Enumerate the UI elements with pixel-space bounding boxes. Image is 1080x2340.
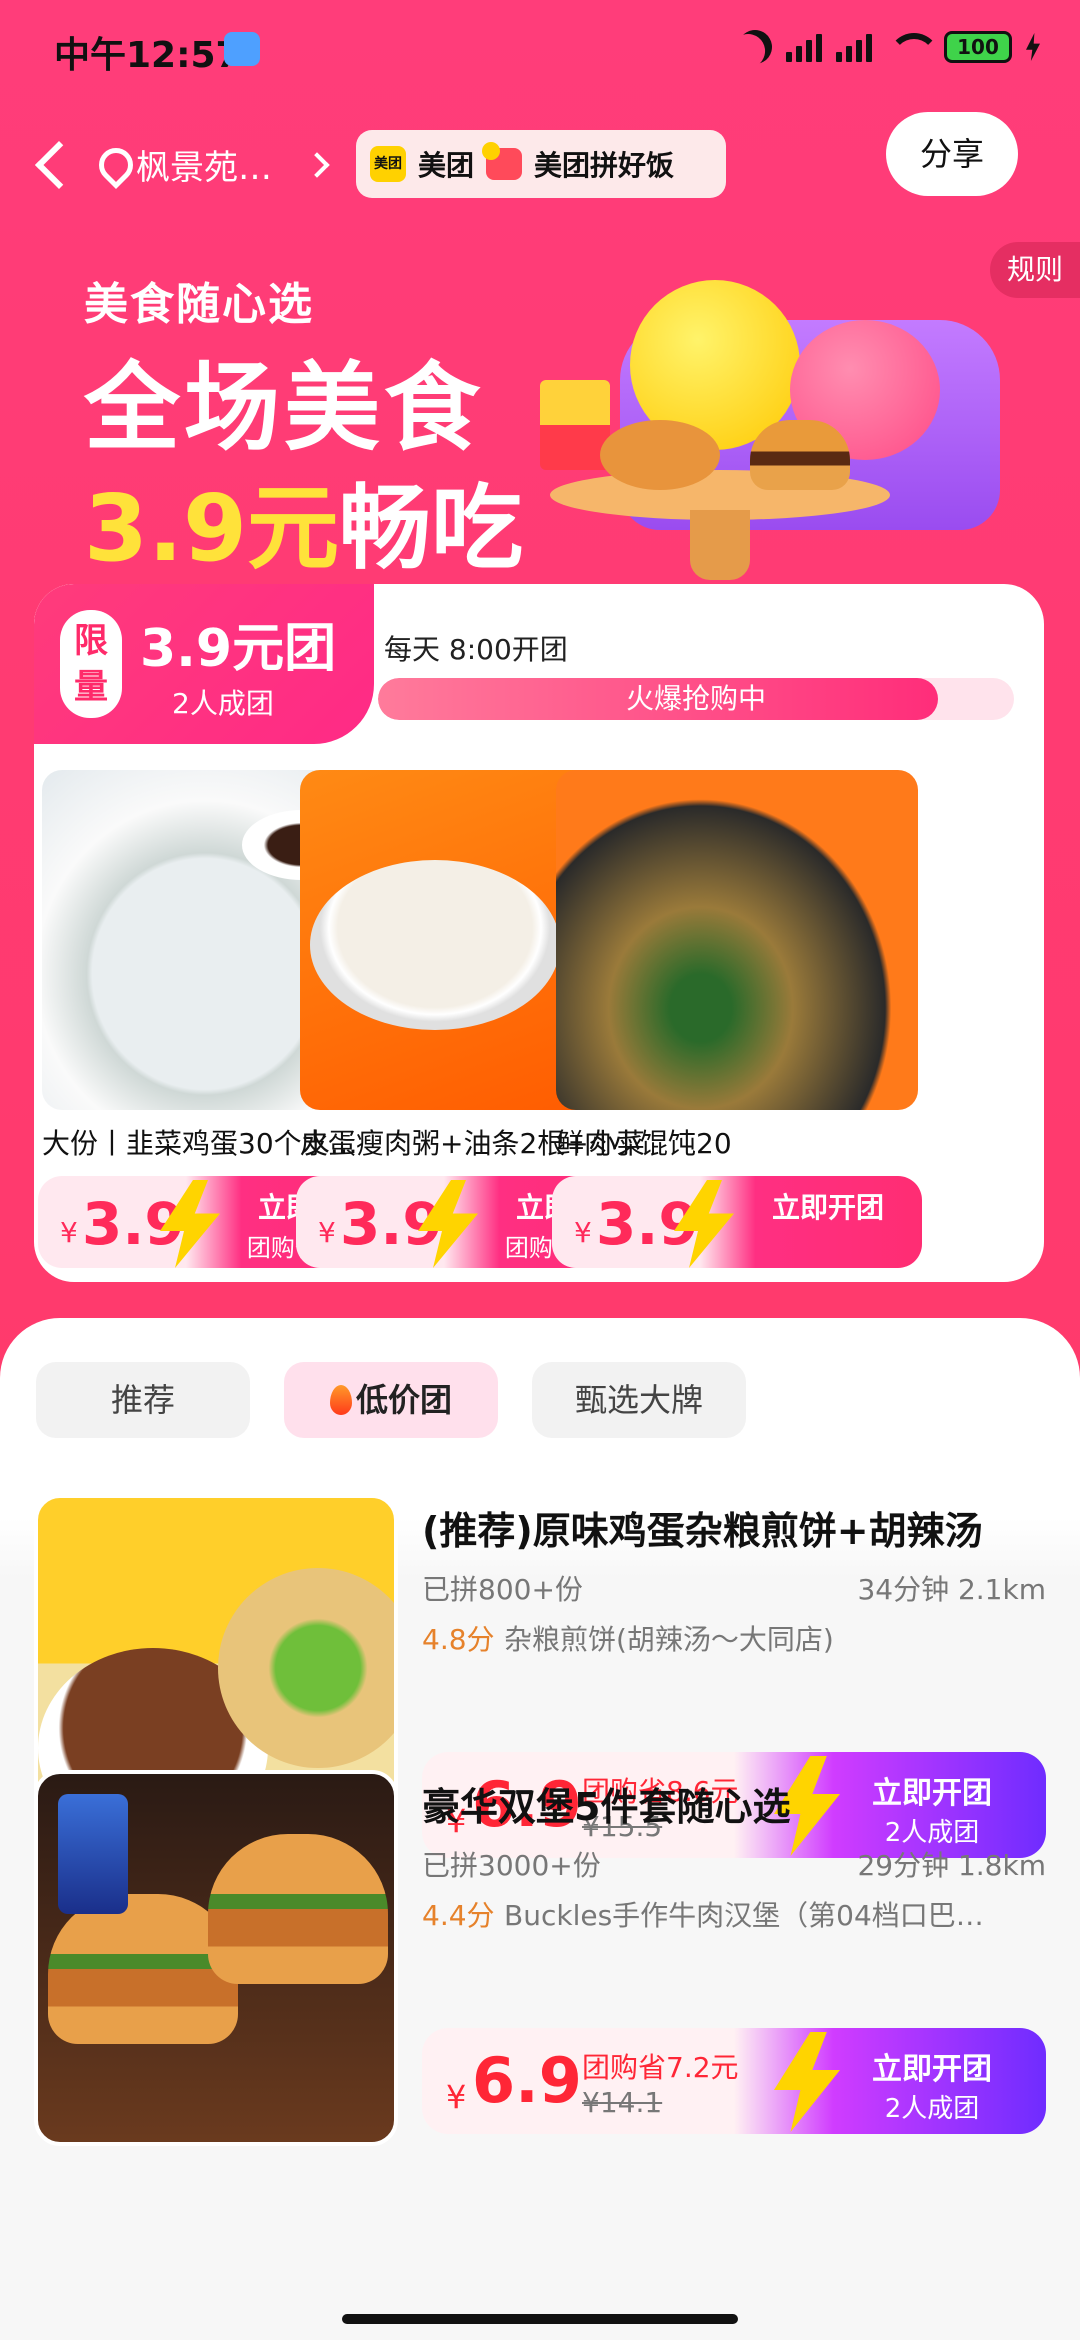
item-original-price: ¥14.1 [582,2086,663,2119]
table-leg [690,510,750,580]
deal-carousel[interactable]: 大份丨韭菜鸡蛋30个水… ¥ 3.9 立即开团 团购省9.6元 皮蛋瘦肉粥+油条… [34,770,1044,1270]
chevron-right-icon [304,151,330,178]
brand-meituan: 美团 [418,149,475,182]
daily-open-time: 每天 8:00开团 [384,633,568,666]
item-name: (推荐)原味鸡蛋杂粮煎饼+胡辣汤 [422,1509,983,1553]
location-text: 枫景苑… [136,148,272,188]
item-save: 团购省7.2元 [582,2051,739,2084]
share-button[interactable]: 分享 [886,112,1018,196]
banner-price-value: 3.9元 [84,475,339,582]
banner-title: 全场美食 [84,352,484,464]
brand-pill: 美团 美团 美团拼好饭 [356,130,726,198]
charging-icon [1026,33,1040,61]
limited-badge: 限 量 [60,610,122,718]
location-selector[interactable]: 枫景苑… [96,140,330,189]
open-group-button[interactable]: ¥ 6.9 团购省7.2元 ¥14.1 立即开团 2人成团 [422,2028,1046,2134]
nfc-icon [224,32,260,66]
tab-recommend[interactable]: 推荐 [36,1362,250,1438]
limited-group-size: 2人成团 [172,687,274,720]
meituan-logo-icon: 美团 [370,146,406,182]
lightning-icon [774,2032,840,2132]
banner-price-word: 畅吃 [338,475,523,582]
item-sold: 已拼3000+份 [422,1849,601,1882]
deal-image [556,770,918,1110]
limited-price: 3.9元团 [140,619,337,679]
item-sold: 已拼800+份 [422,1573,583,1606]
content-section: 推荐 低价团 甄选大牌 (推荐)原味鸡蛋杂粮煎饼+胡辣汤 已拼800+份 34分… [0,1318,1080,2340]
brand-pinhaofan: 美团拼好饭 [534,149,675,182]
tab-low-price[interactable]: 低价团 [284,1362,498,1438]
banner-subtitle: 美食随心选 [84,279,314,330]
cola-can [58,1794,128,1914]
category-tabs: 推荐 低价团 甄选大牌 [36,1362,746,1438]
home-indicator[interactable] [342,2314,738,2324]
deal-title: 鲜肉小馄饨20 [556,1127,732,1160]
pinhaofan-logo-icon [482,142,523,180]
dnd-moon-icon [732,24,778,70]
back-arrow-icon[interactable] [30,136,74,196]
signal-icon [786,32,822,62]
signal-hd-icon [836,32,872,62]
item-score: 4.8分 [422,1623,495,1656]
limited-deals-card: 限 量 3.9元团 2人成团 每天 8:00开团 火爆抢购中 大份丨韭菜鸡蛋30… [34,584,1044,1282]
fire-icon [329,1385,352,1415]
location-pin-icon [96,146,126,184]
tab-brands[interactable]: 甄选大牌 [532,1362,746,1438]
deal-price-bar[interactable]: ¥ 3.9 立即开团 [552,1176,922,1268]
top-nav: 枫景苑… 美团 美团 美团拼好饭 分享 [0,112,1080,222]
deal-card[interactable]: 鲜肉小馄饨20 ¥ 3.9 立即开团 [552,770,922,1268]
item-shop: Buckles手作牛肉汉堡（第04档口巴… [504,1899,984,1932]
mascot-illustration [540,260,1020,590]
banner-price: 3.9元畅吃 [84,454,523,587]
chicken-illustration [600,420,720,490]
item-distance: 34分钟 2.1km [857,1573,1046,1606]
list-item[interactable]: 豪华双堡5件套随心选 已拼3000+份 29分钟 1.8km 4.4分 Buck… [34,1770,1046,2146]
status-icons: 100 [738,30,1040,64]
deal-cta: 立即开团 [771,1191,884,1224]
limited-tag: 限 量 3.9元团 2人成团 [34,584,374,744]
item-price: 6.9 [472,2044,582,2117]
hot-progress-bar: 火爆抢购中 [378,678,1014,720]
item-cta: 立即开团 [872,2052,992,2087]
hot-progress-text: 火爆抢购中 [625,682,766,715]
item-name: 豪华双堡5件套随心选 [422,1785,791,1829]
item-thumbnail [34,1770,398,2146]
wifi-icon [886,31,940,63]
burger-illustration [750,420,850,490]
item-distance: 29分钟 1.8km [857,1849,1046,1882]
item-group: 2人成团 [884,2094,980,2124]
battery-icon: 100 [944,31,1012,63]
item-score: 4.4分 [422,1899,495,1932]
status-time: 中午12:57 [54,35,241,76]
item-shop: 杂粮煎饼(胡辣汤～大同店) [504,1623,834,1656]
status-bar: 中午12:57 100 [0,0,1080,96]
